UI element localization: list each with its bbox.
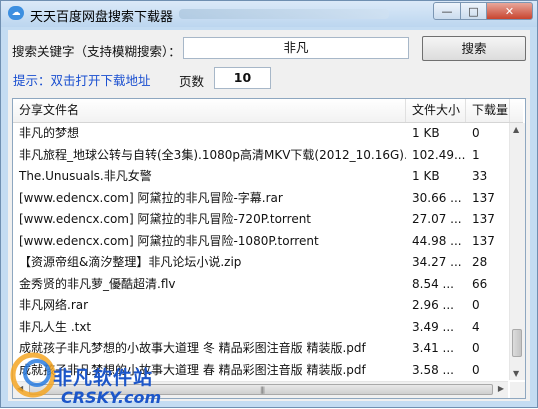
watermark-subtext: CRSKY.com xyxy=(61,388,162,407)
row-size: 44.98 ... xyxy=(412,233,462,248)
row-downloads: 0 xyxy=(472,126,480,140)
watermark-logo: 非凡软件站 CRSKY.com xyxy=(1,335,181,409)
list-row[interactable]: [www.edencx.com] 阿黛拉的非凡冒险-1080P.torrent … xyxy=(13,231,510,253)
row-filename: 【资源帝组&滴汐整理】非凡论坛小说.zip xyxy=(19,255,242,269)
row-downloads: 0 xyxy=(472,341,480,355)
scroll-down-arrow-icon[interactable]: ▼ xyxy=(513,369,519,378)
pages-input[interactable]: 10 xyxy=(214,67,271,89)
row-downloads: 137 xyxy=(472,233,495,248)
cloud-icon: ☁ xyxy=(8,6,24,20)
list-row[interactable]: 非凡旅程_地球公转与自转(全3集).1080p高清MKV下载(2012_10.1… xyxy=(13,145,510,167)
row-downloads: 137 xyxy=(472,190,495,205)
column-header-filename[interactable]: 分享文件名 xyxy=(13,99,406,122)
row-downloads: 66 xyxy=(472,276,488,291)
watermark-text: 非凡软件站 xyxy=(53,367,154,389)
row-filename: [www.edencx.com] 阿黛拉的非凡冒险-1080P.torrent xyxy=(19,233,319,248)
row-downloads: 0 xyxy=(472,362,480,377)
list-header: 分享文件名 文件大小 下载量 xyxy=(13,99,523,123)
maximize-button[interactable]: □ xyxy=(460,2,487,20)
close-button[interactable]: ✕ xyxy=(486,2,533,20)
row-size: 102.49... xyxy=(412,147,466,162)
vertical-scroll-thumb[interactable] xyxy=(512,329,522,357)
row-downloads: 4 xyxy=(472,319,480,334)
row-size: 27.07 ... xyxy=(412,212,462,226)
window-title: 天天百度网盘搜索下载器 xyxy=(30,10,174,25)
list-row[interactable]: [www.edencx.com] 阿黛拉的非凡冒险-字幕.rar 30.66 .… xyxy=(13,188,510,210)
list-row[interactable]: 【资源帝组&滴汐整理】非凡论坛小说.zip 34.27 ... 28 xyxy=(13,252,510,274)
row-downloads: 33 xyxy=(472,169,488,183)
row-size: 3.41 ... xyxy=(412,341,454,355)
vertical-scrollbar[interactable]: ▲ ▼ xyxy=(509,123,525,380)
row-size: 34.27 ... xyxy=(412,255,462,269)
row-filename: [www.edencx.com] 阿黛拉的非凡冒险-字幕.rar xyxy=(19,190,283,205)
app-window: ☁ 天天百度网盘搜索下载器 — □ ✕ 搜索关键字（支持模糊搜索）： 非凡 搜索… xyxy=(0,0,538,408)
row-size: 2.96 ... xyxy=(412,298,454,312)
row-size: 1 KB xyxy=(412,126,440,140)
row-downloads: 137 xyxy=(472,212,495,226)
row-filename: 金秀贤的非凡萝_優酷超清.flv xyxy=(19,276,176,291)
minimize-button[interactable]: — xyxy=(433,2,461,20)
row-filename: The.Unusuals.非凡女警 xyxy=(19,169,152,183)
scroll-grip-icon: ||| xyxy=(260,386,265,394)
list-row[interactable]: 非凡的梦想 1 KB 0 xyxy=(13,123,510,145)
title-bar[interactable]: ☁ 天天百度网盘搜索下载器 — □ ✕ xyxy=(1,1,537,27)
search-keyword-label: 搜索关键字（支持模糊搜索）： xyxy=(12,44,181,59)
scroll-right-arrow-icon[interactable]: ▶ xyxy=(498,384,504,393)
row-downloads: 1 xyxy=(472,147,480,162)
scrollbar-corner xyxy=(510,382,525,398)
row-filename: [www.edencx.com] 阿黛拉的非凡冒险-720P.torrent xyxy=(19,212,312,226)
row-size: 3.58 ... xyxy=(412,362,454,377)
hint-text: 提示：双击打开下载地址 xyxy=(13,73,151,88)
row-size: 1 KB xyxy=(412,169,440,183)
list-row[interactable]: The.Unusuals.非凡女警 1 KB 33 xyxy=(13,166,510,188)
title-bar-blur xyxy=(179,9,389,19)
row-filename: 非凡的梦想 xyxy=(19,126,80,140)
row-size: 8.54 ... xyxy=(412,276,454,291)
search-input[interactable]: 非凡 xyxy=(183,37,409,59)
column-header-downloads[interactable]: 下载量 xyxy=(466,99,510,122)
row-downloads: 28 xyxy=(472,255,488,269)
list-row[interactable]: [www.edencx.com] 阿黛拉的非凡冒险-720P.torrent 2… xyxy=(13,209,510,231)
column-header-size[interactable]: 文件大小 xyxy=(406,99,466,122)
row-downloads: 0 xyxy=(472,298,480,312)
pages-label: 页数 xyxy=(179,74,205,89)
row-size: 30.66 ... xyxy=(412,190,462,205)
row-filename: 非凡网络.rar xyxy=(19,298,89,312)
search-button[interactable]: 搜索 xyxy=(422,36,526,61)
row-filename: 非凡旅程_地球公转与自转(全3集).1080p高清MKV下载(2012_10.1… xyxy=(19,147,406,162)
scroll-up-arrow-icon[interactable]: ▲ xyxy=(513,125,519,134)
list-row[interactable]: 非凡网络.rar 2.96 ... 0 xyxy=(13,295,510,317)
row-size: 3.49 ... xyxy=(412,319,454,334)
list-row[interactable]: 金秀贤的非凡萝_優酷超清.flv 8.54 ... 66 xyxy=(13,274,510,296)
